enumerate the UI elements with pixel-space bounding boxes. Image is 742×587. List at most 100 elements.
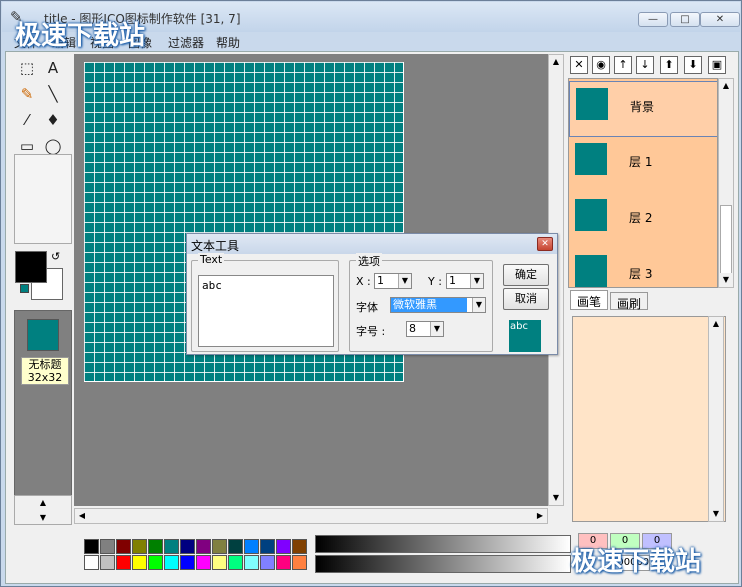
size-label: 字号 : [356, 325, 386, 338]
visibility-icon[interactable]: ◉ [592, 56, 610, 74]
dialog-title-bar[interactable]: 文本工具 ✕ [187, 234, 557, 254]
text-group-label: Text [198, 253, 225, 266]
menu-filter[interactable]: 过滤器 [168, 34, 204, 51]
gradient-bar-top[interactable] [315, 535, 571, 553]
dropper-tool-icon[interactable]: ⁄ [15, 108, 39, 132]
palette-swatch[interactable] [180, 555, 195, 570]
palette-swatch[interactable] [84, 539, 99, 554]
palette-swatch[interactable] [132, 555, 147, 570]
palette-swatch[interactable] [164, 539, 179, 554]
palette-swatch[interactable] [244, 555, 259, 570]
layer-thumbnail [575, 255, 607, 287]
scroll-up-icon[interactable]: ▲ [15, 498, 71, 507]
palette-swatch[interactable] [260, 555, 275, 570]
tab-brush[interactable]: 画刷 [610, 292, 649, 311]
move-top-icon[interactable]: ⬆ [660, 56, 678, 74]
maximize-button[interactable]: □ [670, 12, 700, 27]
palette-swatch[interactable] [84, 555, 99, 570]
scroll-down-icon[interactable]: ▼ [15, 513, 71, 522]
cancel-button[interactable]: 取消 [503, 288, 549, 310]
chevron-down-icon[interactable]: ▼ [472, 298, 485, 312]
app-window: ✎ title - 图形ICO图标制作软件 [31, 7] — □ ✕ 文件 编… [0, 0, 742, 587]
text-input[interactable]: abc [198, 275, 334, 347]
foreground-color-swatch[interactable] [15, 251, 47, 283]
chevron-down-icon[interactable]: ▼ [430, 322, 443, 336]
delete-layer-icon[interactable]: ✕ [570, 56, 588, 74]
layer-thumbnail [575, 143, 607, 175]
line-tool-icon[interactable]: ╲ [41, 82, 65, 106]
scroll-down-icon[interactable]: ▼ [549, 491, 563, 505]
palette-swatch[interactable] [164, 555, 179, 570]
scroll-up-icon[interactable]: ▲ [549, 55, 563, 69]
icon-thumbnail[interactable] [27, 319, 59, 351]
swap-colors-icon[interactable]: ↺ [51, 250, 60, 263]
layers-scrollbar[interactable]: ▲ ▼ [718, 78, 734, 288]
layer-name: 层 1 [629, 155, 653, 169]
text-tool-icon[interactable]: A [41, 56, 65, 80]
scroll-down-icon[interactable]: ▼ [719, 273, 733, 287]
menu-help[interactable]: 帮助 [216, 34, 240, 51]
palette-swatch[interactable] [292, 539, 307, 554]
palette-swatch[interactable] [292, 555, 307, 570]
size-value: 8 [409, 322, 416, 335]
thumbnail-scroll[interactable]: ▲ ▼ [14, 495, 72, 525]
layer-item-background[interactable]: 背景 [569, 81, 717, 137]
palette-swatch[interactable] [100, 555, 115, 570]
layer-item-2[interactable]: 层 2 [569, 193, 717, 249]
palette-swatch[interactable] [228, 555, 243, 570]
size-select[interactable]: 8 ▼ [406, 321, 444, 337]
merge-layers-icon[interactable]: ▣ [708, 56, 726, 74]
x-select[interactable]: 1 ▼ [374, 273, 412, 289]
tool-options-area [14, 154, 72, 244]
minimize-button[interactable]: — [638, 12, 668, 27]
palette-swatch[interactable] [148, 539, 163, 554]
close-button[interactable]: ✕ [700, 12, 740, 27]
scroll-up-icon[interactable]: ▲ [709, 317, 723, 331]
scroll-right-icon[interactable]: ▶ [533, 509, 547, 523]
ok-button[interactable]: 确定 [503, 264, 549, 286]
palette-swatch[interactable] [196, 539, 211, 554]
palette-swatch[interactable] [196, 555, 211, 570]
palette-swatch[interactable] [260, 539, 275, 554]
tab-pen[interactable]: 画笔 [570, 290, 609, 310]
dialog-close-button[interactable]: ✕ [537, 237, 553, 251]
palette-swatch[interactable] [180, 539, 195, 554]
scroll-left-icon[interactable]: ◀ [75, 509, 89, 523]
layer-list: 背景 层 1 层 2 层 3 [568, 78, 718, 288]
y-select[interactable]: 1 ▼ [446, 273, 484, 289]
scroll-down-icon[interactable]: ▼ [709, 507, 723, 521]
fill-tool-icon[interactable]: ♦ [41, 108, 65, 132]
palette-swatch[interactable] [276, 555, 291, 570]
layer-item-3[interactable]: 层 3 [569, 249, 717, 287]
palette-swatch[interactable] [132, 539, 147, 554]
scroll-up-icon[interactable]: ▲ [719, 79, 733, 93]
palette-swatch[interactable] [148, 555, 163, 570]
palette-swatch[interactable] [116, 539, 131, 554]
palette-swatch[interactable] [100, 539, 115, 554]
move-up-icon[interactable]: ↑ [614, 56, 632, 74]
scroll-thumb[interactable] [720, 205, 732, 275]
gradient-bar-bottom[interactable] [315, 555, 571, 573]
move-bottom-icon[interactable]: ⬇ [684, 56, 702, 74]
default-color-swatch[interactable] [20, 284, 29, 293]
pencil-tool-icon[interactable]: ✎ [15, 82, 39, 106]
chevron-down-icon[interactable]: ▼ [398, 274, 411, 288]
toolbox: ⬚ A ✎ ╲ ⁄ ♦ ▭ ◯ ↺ 无标题 32x32 ▲ ▼ [11, 54, 73, 572]
chevron-down-icon[interactable]: ▼ [470, 274, 483, 288]
palette-swatch[interactable] [212, 539, 227, 554]
layer-item-1[interactable]: 层 1 [569, 137, 717, 193]
layer-name: 层 2 [629, 211, 653, 225]
select-rect-tool-icon[interactable]: ⬚ [15, 56, 39, 80]
palette-swatch[interactable] [276, 539, 291, 554]
palette-swatch[interactable] [212, 555, 227, 570]
watermark-top: 极速下载站 [15, 21, 146, 51]
y-label: Y : [428, 275, 442, 288]
font-select[interactable]: 微软雅黑 ▼ [390, 297, 486, 313]
palette-swatch[interactable] [228, 539, 243, 554]
palette-swatch[interactable] [244, 539, 259, 554]
thumbnail-title: 无标题 [28, 358, 62, 371]
canvas-horizontal-scrollbar[interactable]: ◀ ▶ [74, 508, 548, 524]
move-down-icon[interactable]: ↓ [636, 56, 654, 74]
brush-scrollbar[interactable]: ▲ ▼ [708, 316, 724, 522]
palette-swatch[interactable] [116, 555, 131, 570]
